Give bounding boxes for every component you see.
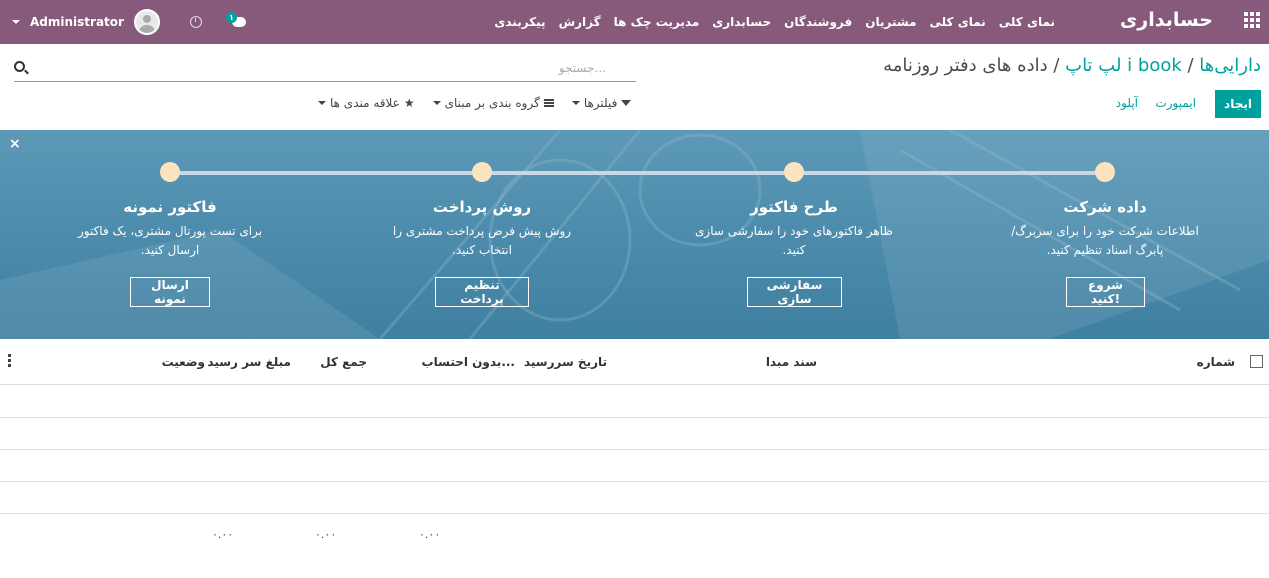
filter-icon — [621, 100, 632, 106]
total-amount: ۰.۰۰ — [315, 528, 337, 541]
send-sample-button[interactable]: ارسال نمونه — [130, 277, 210, 307]
menu-item-reporting[interactable]: گزارش — [559, 15, 601, 29]
menu-item-overview-2[interactable]: نمای کلی — [930, 15, 986, 29]
page-title: داده های دفتر روزنامه — [883, 55, 1048, 76]
chevron-down-icon — [318, 101, 326, 105]
app-brand: حسابداری — [1119, 9, 1213, 31]
filters-dropdown[interactable]: فیلترها — [571, 96, 632, 110]
set-payment-button[interactable]: تنظیم پرداخت — [435, 277, 529, 307]
step-title: طرح فاکتور — [750, 198, 838, 216]
column-untaxed[interactable]: بدون احتساب... — [422, 355, 515, 369]
groupby-dropdown[interactable]: گروه بندی بر مبنای — [432, 96, 554, 110]
step-invoice-layout: طرح فاکتور ظاهر فاکتورهای خود را سفارشی … — [684, 162, 904, 260]
avatar[interactable] — [133, 9, 160, 35]
column-number[interactable]: شماره — [1197, 355, 1235, 369]
list-header: شماره سند مبدا تاریخ سررسید بدون احتساب.… — [0, 339, 1269, 385]
step-payment-method: روش پرداخت روش پیش فرض پرداخت مشتری را ا… — [372, 162, 592, 260]
select-all-checkbox[interactable] — [1250, 355, 1263, 368]
chevron-down-icon — [571, 101, 580, 105]
start-company-button[interactable]: شروع کنید! — [1066, 277, 1145, 307]
chevron-down-icon — [432, 101, 441, 105]
table-row — [0, 482, 1269, 514]
breadcrumb: دارایی‌ها / i book لپ تاپ / داده های دفت… — [883, 55, 1261, 76]
step-description: اطلاعات شرکت خود را برای سربرگ/پابرگ اسن… — [1011, 224, 1199, 257]
search-bar — [14, 56, 636, 82]
optional-columns-icon[interactable] — [8, 354, 11, 367]
bars-icon — [543, 99, 554, 107]
chat-badge: ۱ — [225, 12, 237, 23]
top-navbar: حسابداری نمای کلی نمای کلی مشتریان فروشن… — [0, 0, 1269, 44]
customize-layout-button[interactable]: سفارشی سازی — [747, 277, 842, 307]
menu-item-customers[interactable]: مشتریان — [865, 15, 916, 29]
step-dot — [472, 162, 492, 182]
step-dot — [1095, 162, 1115, 182]
activity-clock-icon[interactable] — [189, 16, 202, 28]
create-button[interactable]: ایجاد — [1215, 90, 1261, 118]
breadcrumb-assets[interactable]: دارایی‌ها — [1199, 55, 1261, 76]
table-row — [0, 450, 1269, 482]
user-systray: Administrator ۱ — [12, 0, 248, 44]
groupby-label: گروه بندی بر مبنای — [444, 96, 540, 110]
star-icon: ★ — [403, 96, 415, 110]
menu-item-vendors[interactable]: فروشندگان — [784, 15, 852, 29]
search-icon[interactable] — [14, 61, 25, 72]
menu-item-overview[interactable]: نمای کلی — [999, 15, 1055, 29]
table-row — [0, 418, 1269, 450]
search-options: فیلترها گروه بندی بر مبنای ★ علاقه مندی … — [318, 96, 632, 110]
step-title: روش پرداخت — [432, 198, 532, 216]
column-amount-due[interactable]: مبلغ سر رسید — [207, 355, 291, 369]
upload-button[interactable]: آپلود — [1116, 96, 1138, 110]
favorites-label: علاقه مندی ها — [330, 96, 400, 110]
onboarding-progress-line — [170, 171, 1104, 175]
main-menu: نمای کلی نمای کلی مشتریان فروشندگان حساب… — [494, 0, 1055, 44]
favorites-dropdown[interactable]: ★ علاقه مندی ها — [318, 96, 415, 110]
step-description: ظاهر فاکتورهای خود را سفارشی سازی کنید. — [695, 224, 893, 257]
table-row — [0, 386, 1269, 418]
breadcrumb-asset-record[interactable]: i book لپ تاپ — [1065, 55, 1182, 76]
breadcrumb-separator-2: / — [1047, 55, 1066, 76]
step-company-data: داده شرکت اطلاعات شرکت خود را برای سربرگ… — [995, 162, 1215, 260]
search-input[interactable] — [14, 56, 636, 80]
apps-menu-icon[interactable] — [1243, 11, 1261, 29]
column-status[interactable]: وضعیت — [162, 355, 205, 369]
total-untaxed: ۰.۰۰ — [419, 528, 441, 541]
import-button[interactable]: ایمپورت — [1155, 96, 1196, 110]
breadcrumb-separator: / — [1181, 55, 1200, 76]
filters-label: فیلترها — [583, 96, 618, 110]
step-description: برای تست پورتال مشتری، یک فاکتور ارسال ک… — [77, 224, 263, 257]
close-icon[interactable]: × — [9, 136, 21, 152]
column-due-date[interactable]: تاریخ سررسید — [524, 355, 607, 369]
menu-item-accounting[interactable]: حسابداری — [712, 15, 771, 29]
messaging-icon[interactable]: ۱ — [225, 12, 248, 30]
step-title: داده شرکت — [1063, 198, 1147, 216]
total-amount-due: ۰.۰۰ — [212, 528, 234, 541]
column-source-document[interactable]: سند مبدا — [766, 355, 817, 369]
step-dot — [784, 162, 804, 182]
menu-item-cheques[interactable]: مدیریت چک ها — [614, 15, 700, 29]
column-total[interactable]: جمع کل — [320, 355, 367, 369]
user-caret-icon[interactable] — [12, 20, 20, 24]
step-description: روش پیش فرض پرداخت مشتری را انتخاب کنید. — [392, 224, 572, 257]
step-sample-invoice: فاکتور نمونه برای تست پورتال مشتری، یک ف… — [60, 162, 280, 260]
step-title: فاکتور نمونه — [123, 198, 217, 216]
menu-item-configuration[interactable]: پیکربندی — [494, 15, 545, 29]
user-name[interactable]: Administrator — [30, 15, 124, 29]
onboarding-banner: × داده شرکت اطلاعات شرکت خود را برای سرب… — [0, 130, 1269, 339]
step-dot — [160, 162, 180, 182]
